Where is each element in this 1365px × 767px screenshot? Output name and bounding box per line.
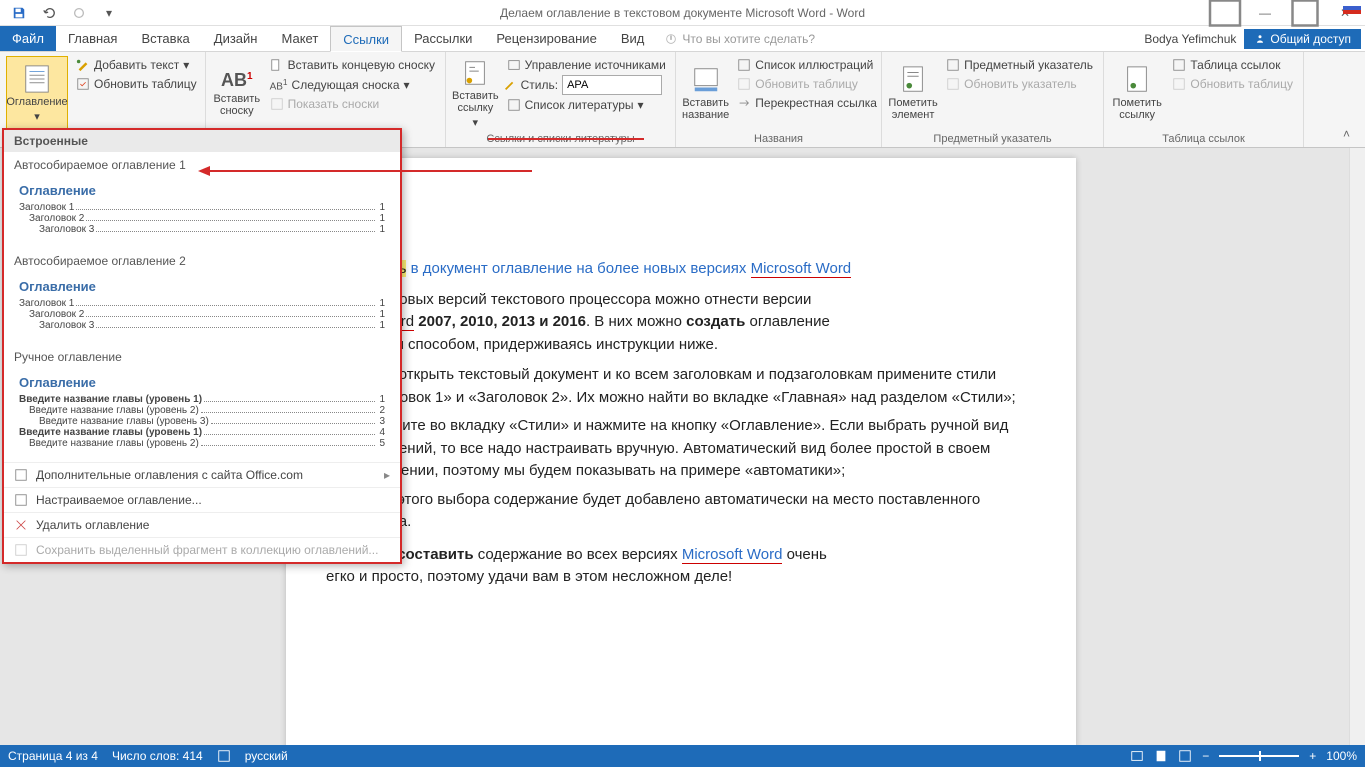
cross-reference-button[interactable]: Перекрестная ссылка — [733, 94, 881, 112]
citation-style-row[interactable]: Стиль: — [503, 75, 670, 95]
titlebar: ▾ Делаем оглавление в текстовом документ… — [0, 0, 1365, 26]
zoom-level[interactable]: 100% — [1326, 749, 1357, 763]
status-words[interactable]: Число слов: 414 — [112, 749, 203, 763]
tab-mailings[interactable]: Рассылки — [402, 26, 484, 51]
minimize-icon[interactable]: — — [1245, 0, 1285, 26]
toc-button[interactable]: Оглавление▾ — [6, 56, 68, 130]
ribbon-display-icon[interactable] — [1205, 0, 1245, 26]
insert-index-button[interactable]: Предметный указатель — [942, 56, 1097, 74]
tab-design[interactable]: Дизайн — [202, 26, 270, 51]
add-text-button[interactable]: Добавить текст ▾ — [72, 56, 201, 74]
print-layout-icon[interactable] — [1154, 749, 1168, 763]
ribbon-tabs: Файл Главная Вставка Дизайн Макет Ссылки… — [0, 26, 1365, 52]
statusbar: Страница 4 из 4 Число слов: 414 русский … — [0, 745, 1365, 767]
show-footnotes-button: Показать сноски — [266, 95, 439, 113]
mark-citation-button[interactable]: Пометить ссылку — [1110, 56, 1164, 130]
tell-me-input[interactable]: Что вы хотите сделать? — [664, 26, 815, 51]
save-icon[interactable] — [6, 1, 32, 25]
tab-review[interactable]: Рецензирование — [484, 26, 608, 51]
toc-auto1-preview[interactable]: Оглавление Заголовок 11 Заголовок 21 Заг… — [14, 176, 390, 240]
read-mode-icon[interactable] — [1130, 749, 1144, 763]
insert-caption-button[interactable]: Вставить название — [682, 56, 729, 130]
toc-auto2-option[interactable]: Автособираемое оглавление 2 — [4, 248, 400, 270]
update-index-button: Обновить указатель — [942, 75, 1097, 93]
tab-file[interactable]: Файл — [0, 26, 56, 51]
window-title: Делаем оглавление в текстовом документе … — [500, 6, 865, 20]
language-flag-icon[interactable] — [1343, 2, 1361, 14]
dropdown-section-builtin: Встроенные — [4, 130, 400, 152]
citation-style-select[interactable] — [562, 75, 662, 95]
document-page[interactable]: ак вставить в документ оглавление на бол… — [286, 158, 1076, 745]
mark-entry-button[interactable]: Пометить элемент — [888, 56, 938, 130]
toc-auto1-option[interactable]: Автособираемое оглавление 1 — [4, 152, 400, 174]
toc-auto2-preview[interactable]: Оглавление Заголовок 11 Заголовок 21 Заг… — [14, 272, 390, 336]
collapse-ribbon-icon[interactable]: ˄ — [1343, 127, 1359, 143]
toc-dropdown: Встроенные Автособираемое оглавление 1 О… — [2, 128, 402, 564]
save-toc-selection: Сохранить выделенный фрагмент в коллекци… — [4, 537, 400, 562]
undo-icon[interactable] — [36, 1, 62, 25]
update-figures-button: Обновить таблицу — [733, 75, 881, 93]
status-page[interactable]: Страница 4 из 4 — [8, 749, 98, 763]
insert-authorities-button[interactable]: Таблица ссылок — [1168, 56, 1297, 74]
remove-toc[interactable]: Удалить оглавление — [4, 512, 400, 537]
update-table-button[interactable]: Обновить таблицу — [72, 75, 201, 93]
qat-dropdown-icon[interactable]: ▾ — [96, 1, 122, 25]
insert-footnote-button[interactable]: AB1 Вставить сноску — [212, 56, 262, 130]
tab-references[interactable]: Ссылки — [330, 26, 402, 52]
user-name[interactable]: Bodya Yefimchuk — [1144, 32, 1236, 46]
tab-layout[interactable]: Макет — [269, 26, 330, 51]
insert-citation-button[interactable]: Вставить ссылку▾ — [452, 56, 499, 130]
next-footnote-button[interactable]: AB1Следующая сноска ▾ — [266, 75, 439, 94]
redo-icon[interactable] — [66, 1, 92, 25]
annotation-underline — [488, 138, 644, 140]
list-figures-button[interactable]: Список иллюстраций — [733, 56, 881, 74]
status-language[interactable]: русский — [245, 749, 288, 763]
custom-toc[interactable]: Настраиваемое оглавление... — [4, 487, 400, 512]
spellcheck-icon[interactable] — [217, 749, 231, 763]
toc-manual-preview[interactable]: Оглавление Введите название главы (урове… — [14, 368, 390, 454]
web-layout-icon[interactable] — [1178, 749, 1192, 763]
bibliography-button[interactable]: Список литературы ▾ — [503, 96, 670, 114]
update-authorities-button: Обновить таблицу — [1168, 75, 1297, 93]
toc-manual-option[interactable]: Ручное оглавление — [4, 344, 400, 366]
zoom-out-icon[interactable]: − — [1202, 749, 1209, 763]
vertical-scrollbar[interactable] — [1349, 148, 1365, 745]
zoom-slider[interactable] — [1219, 755, 1299, 757]
manage-sources-button[interactable]: Управление источниками — [503, 56, 670, 74]
insert-endnote-button[interactable]: Вставить концевую сноску — [266, 56, 439, 74]
tab-view[interactable]: Вид — [609, 26, 657, 51]
tab-insert[interactable]: Вставка — [129, 26, 201, 51]
more-toc-online[interactable]: Дополнительные оглавления с сайта Office… — [4, 462, 400, 487]
maximize-icon[interactable] — [1285, 0, 1325, 26]
zoom-in-icon[interactable]: + — [1309, 749, 1316, 763]
tab-home[interactable]: Главная — [56, 26, 129, 51]
